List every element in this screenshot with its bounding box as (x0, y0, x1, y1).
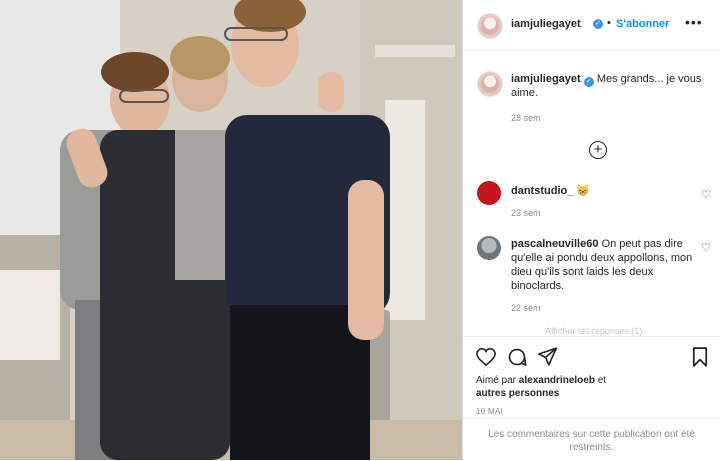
heart-icon[interactable] (476, 348, 496, 366)
comment-like-heart-icon[interactable]: ♡ (701, 188, 711, 201)
comment-item: dantstudio_ 😸 (511, 184, 691, 198)
comment-icon[interactable] (507, 347, 527, 367)
likes-summary: Aimé par alexandrineloeb et autres perso… (476, 374, 706, 400)
comment-avatar[interactable] (477, 236, 501, 260)
photo-illustration (0, 0, 462, 460)
likes-user[interactable]: alexandrineloeb (519, 375, 595, 386)
post-side-panel: iamjuliegayet ✓ • S'abonner ••• iamjulie… (463, 0, 720, 460)
caption-verified-badge-icon: ✓ (583, 77, 594, 87)
restricted-text: Les commentaires sur cette publication o… (488, 429, 695, 453)
caption-username[interactable]: iamjuliegayet (511, 73, 581, 85)
caption-time: 28 sem (511, 113, 541, 123)
comments-restricted-notice: Les commentaires sur cette publication o… (463, 418, 720, 461)
comment-like-heart-icon[interactable]: ♡ (701, 241, 711, 254)
caption-avatar[interactable] (477, 71, 503, 97)
author-username[interactable]: iamjuliegayet (511, 18, 581, 30)
follow-button[interactable]: S'abonner (616, 18, 669, 30)
likes-prefix: Aimé par (476, 375, 517, 386)
more-options-icon[interactable]: ••• (685, 14, 703, 30)
share-icon[interactable] (538, 347, 558, 366)
comment-time: 22 sem (511, 303, 541, 313)
add-comment-icon[interactable]: + (589, 141, 607, 159)
comment-time: 23 sem (511, 208, 541, 218)
comment-avatar[interactable] (477, 181, 501, 205)
post-header: iamjuliegayet ✓ • S'abonner ••• (463, 0, 720, 51)
caption: iamjuliegayet ✓ Mes grands... je vous ai… (511, 72, 707, 100)
bookmark-icon[interactable] (692, 347, 708, 367)
comment-username[interactable]: pascalneuville60 (511, 238, 598, 250)
author-avatar[interactable] (477, 13, 503, 39)
post-date: 10 MAI (476, 407, 504, 416)
comment-text: 😸 (576, 185, 591, 197)
view-replies-link[interactable]: Afficher les réponses (1) (545, 326, 642, 336)
comment-item: pascalneuville60 On peut pas dire qu'ell… (511, 237, 697, 293)
header-separator: • (607, 17, 611, 29)
comment-username[interactable]: dantstudio_ (511, 185, 573, 197)
likes-others[interactable]: autres personnes (476, 388, 559, 399)
verified-badge-icon: ✓ (593, 19, 603, 29)
likes-suffix: et (597, 375, 607, 386)
post-photo[interactable] (0, 0, 462, 460)
